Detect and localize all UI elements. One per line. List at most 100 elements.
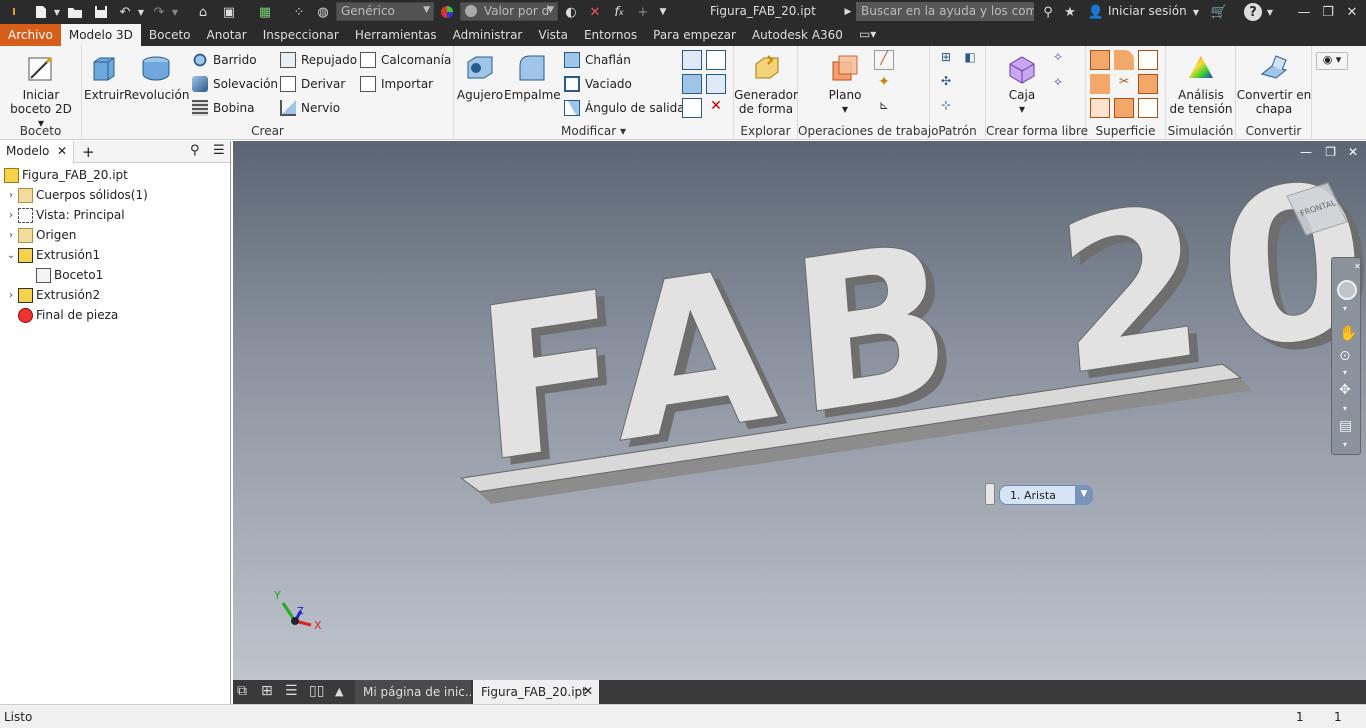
plane-button[interactable]: Plano ▾ (816, 52, 874, 116)
chevron-down-icon[interactable]: ▼ (136, 3, 146, 21)
tab-modelo[interactable]: Modelo ✕ (0, 141, 74, 163)
convert-sheetmetal-button[interactable]: Convertir en chapa (1236, 52, 1312, 116)
copy-object-icon[interactable] (706, 74, 726, 94)
chevron-down-icon[interactable]: ▾ (1343, 304, 1347, 313)
tab-vista[interactable]: Vista (530, 24, 576, 46)
user-icon[interactable]: 👤 (1088, 3, 1104, 21)
rectangular-pattern-icon[interactable]: ⊞ (936, 50, 956, 70)
new-file-icon[interactable] (32, 3, 50, 21)
chevron-down-icon[interactable]: ▼ (170, 3, 180, 21)
extrude-button[interactable]: Extruir (84, 52, 124, 102)
sweep-button[interactable]: Barrido (192, 50, 257, 70)
tab-anotar[interactable]: Anotar (199, 24, 255, 46)
graphics-viewport[interactable]: — ❐ ✕ FAB 20 FAB 20 1. Arista ▼ FRONTAL … (233, 141, 1366, 680)
replace-face-icon[interactable] (1114, 98, 1134, 118)
delete-face-icon[interactable]: ✕ (706, 98, 726, 118)
shell-button[interactable]: Vaciado (564, 74, 632, 94)
mirror-icon[interactable]: ◧ (960, 50, 980, 70)
tree-item-sketch1[interactable]: Boceto1 (36, 265, 103, 285)
tab-para-empezar[interactable]: Para empezar (645, 24, 744, 46)
clear-override-icon[interactable]: ✕ (586, 3, 604, 21)
selection-handle[interactable] (985, 483, 995, 505)
close-icon[interactable]: ✕ (1354, 262, 1361, 271)
tab-inspeccionar[interactable]: Inspeccionar (255, 24, 347, 46)
chevron-down-icon[interactable]: ▼ (52, 3, 62, 21)
chevron-down-icon[interactable]: ▾ (1343, 368, 1347, 377)
hole-button[interactable]: Agujero (456, 52, 504, 102)
selection-dropdown[interactable]: 1. Arista ▼ (999, 485, 1093, 505)
ribbon-extra-dropdown[interactable]: ◉ ▾ (1316, 52, 1348, 70)
look-at-icon[interactable]: ▤ (1339, 418, 1352, 434)
minimize-icon[interactable]: — (1294, 3, 1314, 21)
app-logo[interactable]: I (4, 3, 24, 21)
trim-icon[interactable]: ✂ (1114, 74, 1134, 94)
shape-generator-button[interactable]: Generador de forma (734, 52, 798, 116)
import-button[interactable]: Importar (360, 74, 433, 94)
tab-entornos[interactable]: Entornos (576, 24, 645, 46)
expand-icon[interactable]: › (6, 210, 16, 221)
adjust-icon[interactable]: ◐ (562, 3, 580, 21)
color-wheel-icon[interactable] (438, 3, 456, 21)
tab-autodesk-a360[interactable]: Autodesk A360 (744, 24, 851, 46)
model-3d[interactable]: FAB 20 FAB 20 (233, 141, 1366, 680)
search-input[interactable]: Buscar en la ayuda y los comandos (856, 2, 1034, 21)
coil-button[interactable]: Bobina (192, 98, 254, 118)
undo-icon[interactable]: ↶ (116, 3, 134, 21)
sketch-pattern-icon[interactable]: ⊹ (936, 98, 956, 118)
extend-icon[interactable] (1138, 74, 1158, 94)
chevron-down-icon[interactable]: ▼ (1264, 3, 1276, 21)
steering-wheel-icon[interactable] (1337, 280, 1357, 300)
freeform-box-button[interactable]: Caja ▾ (1000, 52, 1044, 116)
arrange-horizontal-icon[interactable]: ☰ (285, 683, 298, 699)
tree-item-extrude1[interactable]: ⌄ Extrusión1 (6, 245, 100, 265)
tab-administrar[interactable]: Administrar (445, 24, 531, 46)
stitch-icon[interactable] (1114, 50, 1134, 70)
restore-icon[interactable]: ❐ (1318, 3, 1338, 21)
close-icon[interactable]: ✕ (57, 144, 67, 158)
point-icon[interactable]: ✦ (874, 74, 894, 94)
tree-item-solid-bodies[interactable]: › Cuerpos sólidos(1) (6, 185, 148, 205)
zoom-icon[interactable]: ⊙ (1339, 348, 1351, 364)
modify-panel-dropdown[interactable]: Modificar ▾ (454, 124, 733, 138)
material-dropdown[interactable]: Genérico ▼ (336, 2, 434, 21)
redo-icon[interactable]: ↷ (150, 3, 168, 21)
emboss-button[interactable]: Repujado (280, 50, 357, 70)
binoculars-icon[interactable]: ⚲ (1040, 3, 1056, 21)
tree-item-end-of-part[interactable]: Final de pieza (18, 305, 118, 325)
tree-item-view[interactable]: › Vista: Principal (6, 205, 125, 225)
thicken-icon[interactable] (682, 98, 702, 118)
freeform-convert-icon[interactable]: ⟡ (1048, 74, 1068, 94)
start-sketch-button[interactable]: Iniciar boceto 2D ▾ (10, 52, 72, 130)
tree-item-origin[interactable]: › Origen (6, 225, 76, 245)
tree-item-part[interactable]: Figura_FAB_20.ipt (4, 165, 128, 185)
expand-icon[interactable]: › (6, 230, 16, 241)
draft-button[interactable]: Ángulo de salida (564, 98, 685, 118)
expand-icon[interactable]: ▶ (842, 3, 854, 21)
decal-button[interactable]: Calcomanía (360, 50, 451, 70)
derive-button[interactable]: Derivar (280, 74, 345, 94)
stress-analysis-button[interactable]: Análisis de tensión (1166, 52, 1236, 116)
repair-icon[interactable] (1138, 98, 1158, 118)
rib-button[interactable]: Nervio (280, 98, 340, 118)
ribbon-options-icon[interactable]: ▭▾ (851, 24, 884, 46)
arrange-vertical-icon[interactable]: ▯▯ (309, 683, 324, 699)
tile-icon[interactable]: ⊞ (261, 683, 273, 699)
sphere-icon[interactable]: ◍ (314, 3, 332, 21)
chevron-down-icon[interactable]: ▾ (1343, 404, 1347, 413)
tab-home[interactable]: Mi página de inic... (355, 680, 471, 704)
sculpt-icon[interactable] (1138, 50, 1158, 70)
select-icon[interactable]: ⁘ (290, 3, 308, 21)
update-icon[interactable]: ▦ (256, 3, 274, 21)
boundary-patch-icon[interactable] (1090, 98, 1110, 118)
appearance-dropdown[interactable]: Valor por d ▼ (460, 2, 558, 21)
tab-archivo[interactable]: Archivo (0, 24, 61, 46)
add-tab-icon[interactable]: + (82, 143, 95, 161)
thicken-surface-icon[interactable] (1090, 50, 1110, 70)
patch-icon[interactable] (1090, 74, 1110, 94)
tab-boceto[interactable]: Boceto (141, 24, 199, 46)
ucs-icon[interactable]: ⊾ (874, 98, 894, 118)
tree-item-extrude2[interactable]: › Extrusión2 (6, 285, 100, 305)
menu-icon[interactable]: ☰ (213, 143, 225, 158)
fillet-button[interactable]: Empalme (504, 52, 561, 102)
star-icon[interactable]: ★ (1062, 3, 1078, 21)
